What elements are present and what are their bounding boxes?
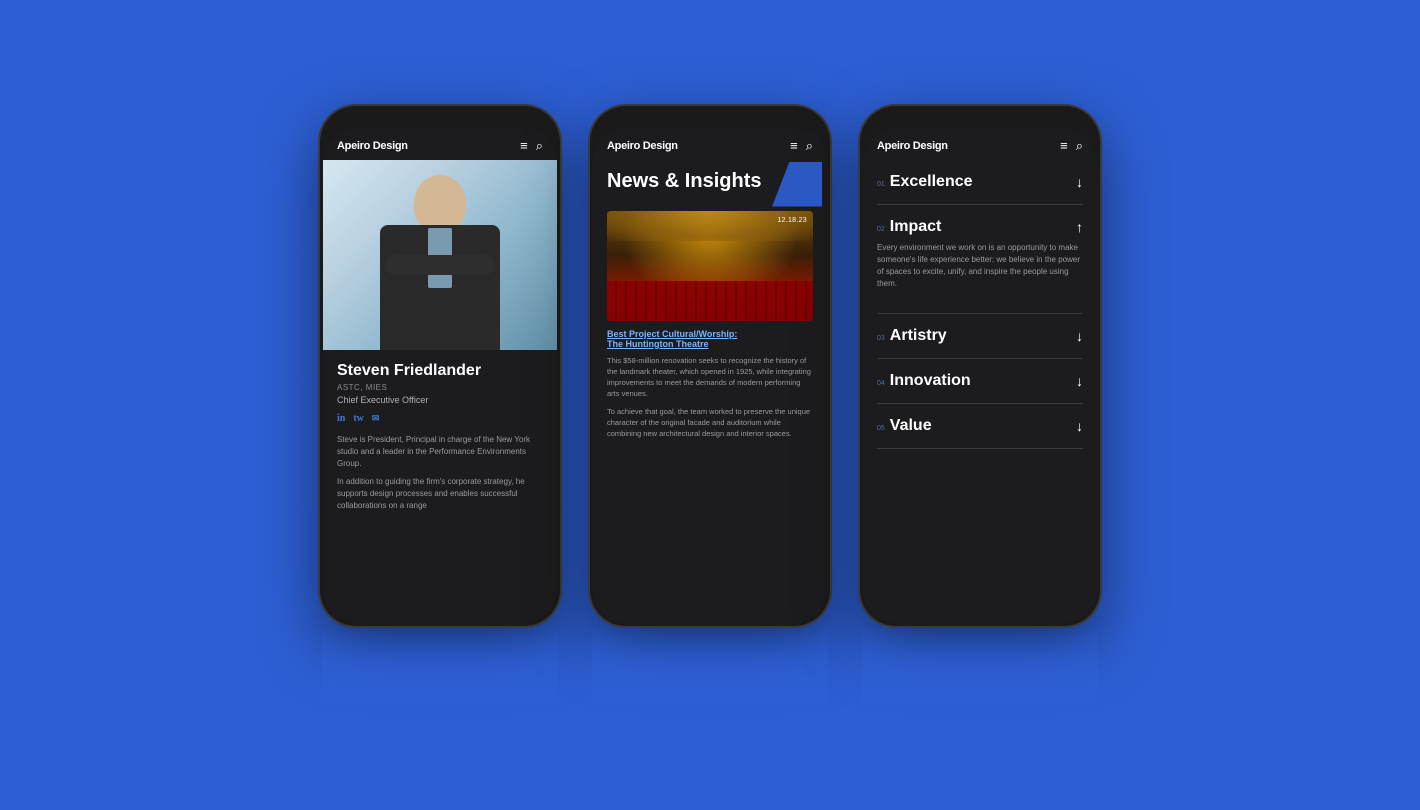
phone-3-content: Apeiro Design ≡ ⌕ 01 Excellence xyxy=(863,128,1097,623)
phone-1: Apeiro Design ≡ ⌕ xyxy=(320,106,560,626)
menu-item-innovation[interactable]: 04 Innovation ↓ xyxy=(877,359,1083,404)
menu-label-impact: Impact xyxy=(890,218,942,236)
phone-2-reflection: This $58-million renovation seeks to rec… xyxy=(592,625,828,705)
article-body-1: This $58-million renovation seeks to rec… xyxy=(607,355,813,400)
profile-title: Chief Executive Officer xyxy=(337,395,543,405)
impact-description: Every environment we work on is an oppor… xyxy=(877,236,1083,300)
phone-2-nav: Apeiro Design ≡ ⌕ xyxy=(593,128,827,160)
phone-2-wrapper: Apeiro Design ≡ ⌕ News & xyxy=(590,106,830,705)
phone-3-menu-icon[interactable]: ≡ xyxy=(1060,138,1068,153)
article-link-line1: Best Project Cultural/Worship: xyxy=(607,329,737,339)
phone-2-search-icon[interactable]: ⌕ xyxy=(806,138,813,154)
article-image: 12.18.23 xyxy=(607,211,813,321)
menu-number-02: 02 xyxy=(877,226,885,233)
menu-item-excellence[interactable]: 01 Excellence ↓ xyxy=(877,160,1083,205)
menu-arrow-impact: ↑ xyxy=(1076,219,1083,235)
reflection-fade-3 xyxy=(862,625,1098,705)
menu-arrow-artistry: ↓ xyxy=(1076,328,1083,344)
phone-3-reflection: 05 Value ↓ 04 Innovation ↓ 03 Artistry ↓… xyxy=(862,625,1098,705)
phone-3-nav-icons: ≡ ⌕ xyxy=(1060,138,1083,154)
article-content: Best Project Cultural/Worship: The Hunti… xyxy=(593,329,827,440)
phone-1-menu-icon[interactable]: ≡ xyxy=(520,138,528,153)
news-header: News & Insights xyxy=(593,160,827,211)
menu-item-excellence-left: 01 Excellence xyxy=(877,173,973,191)
profile-name: Steven Friedlander xyxy=(337,362,543,380)
profile-bio-2: In addition to guiding the firm's corpor… xyxy=(337,476,543,512)
email-icon[interactable]: ✉ xyxy=(372,413,380,424)
article-body-2: To achieve that goal, the team worked to… xyxy=(607,406,813,440)
phone-2-menu-icon[interactable]: ≡ xyxy=(790,138,798,153)
menu-arrow-innovation: ↓ xyxy=(1076,373,1083,389)
menu-item-value-left: 05 Value xyxy=(877,417,932,435)
phones-container: Apeiro Design ≡ ⌕ xyxy=(320,106,1100,705)
phone-2: Apeiro Design ≡ ⌕ News & xyxy=(590,106,830,626)
profile-credentials: ASTC, MIES xyxy=(337,383,543,392)
menu-number-05: 05 xyxy=(877,425,885,432)
menu-label-value: Value xyxy=(890,417,932,435)
menu-number-04: 04 xyxy=(877,380,885,387)
menu-item-artistry-left: 03 Artistry xyxy=(877,327,947,345)
article-link[interactable]: Best Project Cultural/Worship: The Hunti… xyxy=(607,329,813,349)
profile-info: Steven Friedlander ASTC, MIES Chief Exec… xyxy=(323,350,557,524)
profile-image xyxy=(323,160,557,350)
menu-number-01: 01 xyxy=(877,181,885,188)
menu-item-impact[interactable]: 02 Impact ↑ Every environment we work on… xyxy=(877,205,1083,313)
social-icons: in tw ✉ xyxy=(337,413,543,424)
menu-item-artistry[interactable]: 03 Artistry ↓ xyxy=(877,314,1083,359)
news-title: News & Insights xyxy=(607,170,813,193)
phone-3-search-icon[interactable]: ⌕ xyxy=(1076,138,1083,154)
twitter-icon[interactable]: tw xyxy=(353,413,364,424)
reflection-fade-2 xyxy=(592,625,828,705)
phone-1-logo: Apeiro Design xyxy=(337,140,408,152)
menu-item-innovation-left: 04 Innovation xyxy=(877,372,971,390)
phone-1-wrapper: Apeiro Design ≡ ⌕ xyxy=(320,106,560,705)
phone-1-screen: Apeiro Design ≡ ⌕ xyxy=(323,128,557,623)
phone-1-search-icon[interactable]: ⌕ xyxy=(536,138,543,154)
phone-3-nav: Apeiro Design ≡ ⌕ xyxy=(863,128,1097,160)
phone-1-content: Apeiro Design ≡ ⌕ xyxy=(323,128,557,623)
article-date: 12.18.23 xyxy=(777,217,807,224)
menu-item-impact-left: 02 Impact xyxy=(877,218,941,236)
menu-arrow-value: ↓ xyxy=(1076,418,1083,434)
phone-3-logo: Apeiro Design xyxy=(877,140,948,152)
phone-3-wrapper: Apeiro Design ≡ ⌕ 01 Excellence xyxy=(860,106,1100,705)
phone-2-logo: Apeiro Design xyxy=(607,140,678,152)
menu-item-impact-header: 02 Impact ↑ xyxy=(877,218,1083,236)
menu-items: 01 Excellence ↓ 02 Impact xyxy=(863,160,1097,449)
phone-2-content: Apeiro Design ≡ ⌕ News & xyxy=(593,128,827,623)
article-image-wrapper: 12.18.23 xyxy=(593,211,827,321)
phone-1-nav: Apeiro Design ≡ ⌕ xyxy=(323,128,557,160)
linkedin-icon[interactable]: in xyxy=(337,413,345,424)
phone-3: Apeiro Design ≡ ⌕ 01 Excellence xyxy=(860,106,1100,626)
phone-2-screen: Apeiro Design ≡ ⌕ News & xyxy=(593,128,827,623)
menu-label-innovation: Innovation xyxy=(890,372,971,390)
menu-label-excellence: Excellence xyxy=(890,173,973,191)
profile-bio-1: Steve is President, Principal in charge … xyxy=(337,434,543,470)
phone-1-reflection: Steve is President, Principal in charge … xyxy=(322,625,558,705)
menu-number-03: 03 xyxy=(877,335,885,342)
menu-label-artistry: Artistry xyxy=(890,327,947,345)
menu-arrow-excellence: ↓ xyxy=(1076,174,1083,190)
article-link-line2: The Huntington Theatre xyxy=(607,339,709,349)
menu-item-value[interactable]: 05 Value ↓ xyxy=(877,404,1083,449)
phone-2-nav-icons: ≡ ⌕ xyxy=(790,138,813,154)
phone-3-screen: Apeiro Design ≡ ⌕ 01 Excellence xyxy=(863,128,1097,623)
phone-1-nav-icons: ≡ ⌕ xyxy=(520,138,543,154)
reflection-fade-1 xyxy=(322,625,558,705)
news-title-area: News & Insights xyxy=(607,170,813,193)
